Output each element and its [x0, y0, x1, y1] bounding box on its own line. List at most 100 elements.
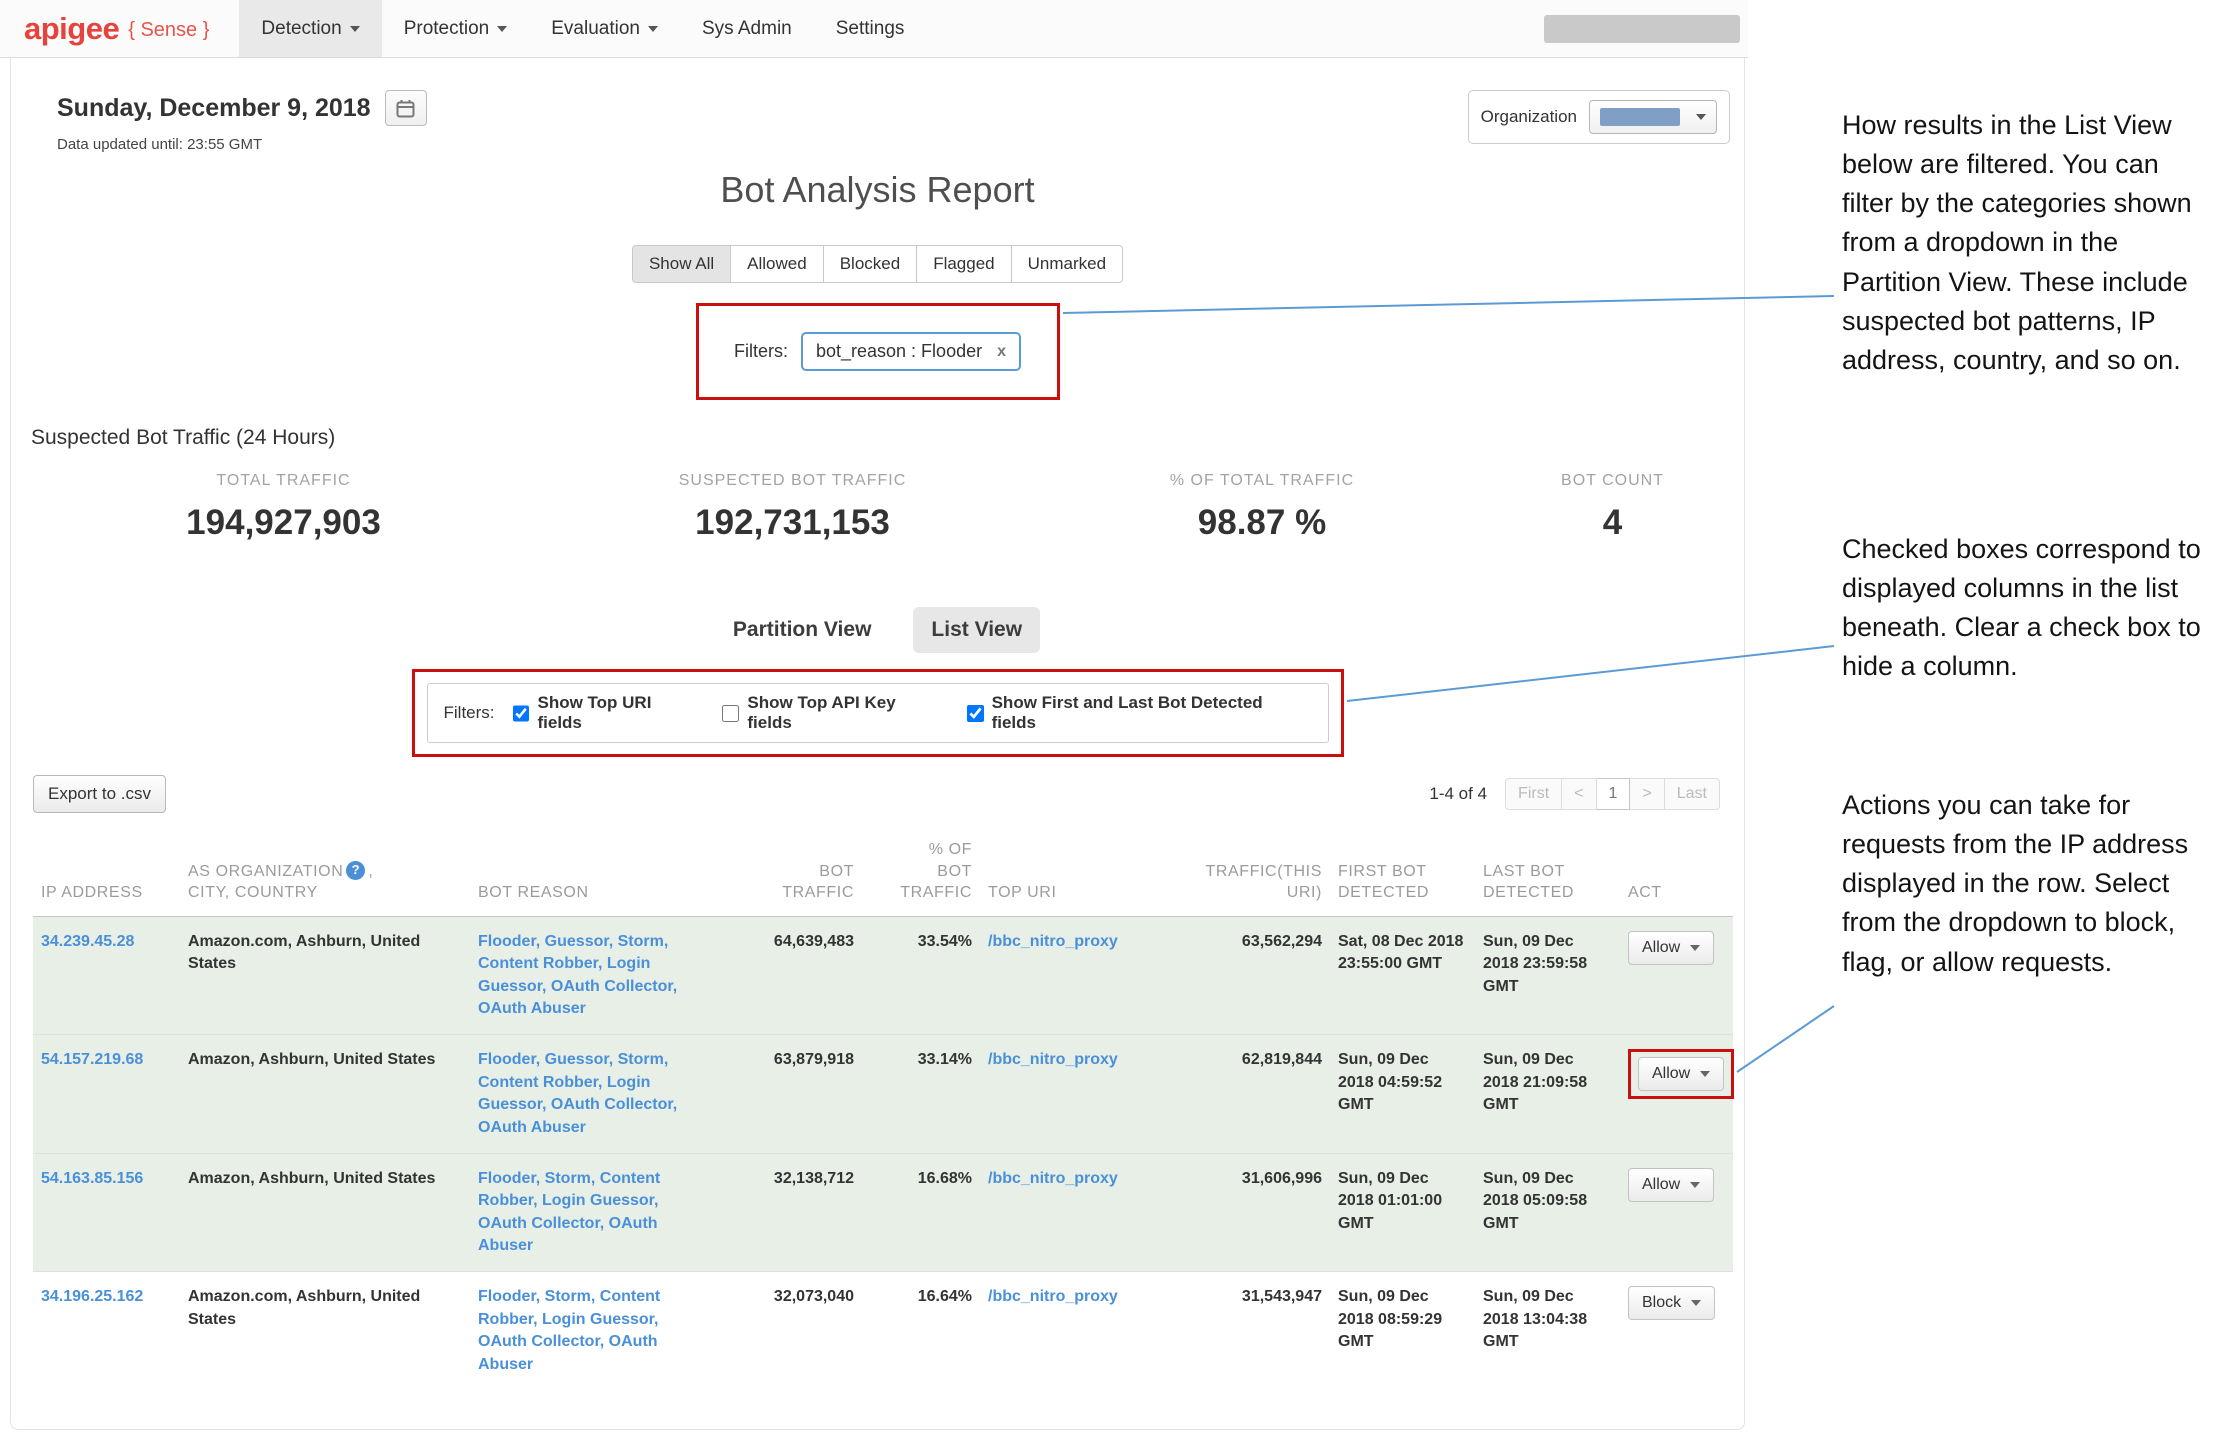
- ip-address-link[interactable]: 34.196.25.162: [41, 1288, 143, 1305]
- table-row: 34.239.45.28Amazon.com, Ashburn, United …: [33, 916, 1733, 1035]
- stats-row: TOTAL TRAFFIC194,927,903SUSPECTED BOT TR…: [11, 472, 1744, 543]
- top-uri-link[interactable]: /bbc_nitro_proxy: [988, 1170, 1118, 1187]
- top-uri-link[interactable]: /bbc_nitro_proxy: [988, 1288, 1118, 1305]
- cell-as-organization: Amazon, Ashburn, United States: [180, 1153, 470, 1272]
- action-dropdown[interactable]: Allow: [1628, 1168, 1714, 1202]
- cell-ip-address: 54.163.85.156: [33, 1153, 180, 1272]
- ip-address-link[interactable]: 34.239.45.28: [41, 933, 134, 950]
- nav-item-label: Settings: [836, 18, 905, 40]
- bot-reason-links[interactable]: Flooder, Guessor, Storm, Content Robber,…: [478, 1051, 677, 1135]
- chevron-down-icon: [1691, 1300, 1701, 1306]
- header-line: DETECTED: [1338, 882, 1467, 904]
- column-filters-bar: Filters: Show Top URI fieldsShow Top API…: [427, 683, 1329, 743]
- tab-flagged[interactable]: Flagged: [917, 245, 1011, 283]
- cell-action: Allow: [1620, 1153, 1733, 1272]
- action-dropdown[interactable]: Allow: [1628, 931, 1714, 965]
- connector-line-3: [1737, 1006, 1834, 1072]
- table-row: 54.157.219.68Amazon, Ashburn, United Sta…: [33, 1035, 1733, 1154]
- checkbox-show-first-and-last-bot-detected-fields[interactable]: [967, 705, 984, 722]
- view-toggle: Partition View List View: [11, 607, 1744, 653]
- cell-bot-traffic: 32,073,040: [700, 1272, 862, 1390]
- nav-item-sys-admin[interactable]: Sys Admin: [680, 0, 814, 57]
- page-prev[interactable]: <: [1562, 778, 1596, 810]
- date-block: Sunday, December 9, 2018 Data updated un…: [57, 90, 427, 153]
- stats-heading: Suspected Bot Traffic (24 Hours): [31, 426, 1744, 450]
- header-line: LAST BOT: [1483, 861, 1612, 883]
- checkbox-show-top-api-key-fields[interactable]: [722, 705, 739, 722]
- navbar-items: DetectionProtectionEvaluation Sys Admin Se…: [239, 0, 926, 57]
- apigee-logo[interactable]: apigee { Sense }: [0, 0, 239, 57]
- export-csv-button[interactable]: Export to .csv: [33, 775, 166, 813]
- nav-item-label: Sys Admin: [702, 18, 792, 40]
- page-1[interactable]: 1: [1597, 778, 1631, 810]
- bot-reason-links[interactable]: Flooder, Storm, Content Robber, Login Gu…: [478, 1288, 660, 1372]
- cell-traffic-this-uri: 63,562,294: [1150, 916, 1330, 1035]
- tab-show-all[interactable]: Show All: [632, 245, 731, 283]
- tab-unmarked[interactable]: Unmarked: [1012, 245, 1123, 283]
- bot-reason-links[interactable]: Flooder, Guessor, Storm, Content Robber,…: [478, 933, 677, 1017]
- header-line: FIRST BOT: [1338, 861, 1467, 883]
- calendar-button[interactable]: [385, 90, 427, 126]
- apigee-logo-text: apigee: [24, 11, 119, 47]
- cell-last-bot-detected: Sun, 09 Dec 2018 21:09:58 GMT: [1475, 1035, 1620, 1154]
- nav-item-evaluation[interactable]: Evaluation: [529, 0, 680, 57]
- cell-bot-traffic: 64,639,483: [700, 916, 862, 1035]
- nav-item-protection[interactable]: Protection: [382, 0, 530, 57]
- action-dropdown[interactable]: Allow: [1638, 1057, 1724, 1091]
- cell-top-uri: /bbc_nitro_proxy: [980, 1272, 1150, 1390]
- action-dropdown-label: Allow: [1652, 1065, 1690, 1083]
- checkbox-label: Show Top URI fields: [537, 693, 700, 733]
- cell-action: Allow: [1620, 916, 1733, 1035]
- page-last[interactable]: Last: [1665, 778, 1720, 810]
- bot-reason-links[interactable]: Flooder, Storm, Content Robber, Login Gu…: [478, 1170, 660, 1254]
- partition-view-tab[interactable]: Partition View: [715, 607, 889, 653]
- bot-table: IP ADDRESS AS ORGANIZATION, CITY, COUNTR…: [33, 833, 1733, 1390]
- cell-first-bot-detected: Sun, 09 Dec 2018 01:01:00 GMT: [1330, 1153, 1475, 1272]
- data-updated-text: Data updated until: 23:55 GMT: [57, 136, 427, 153]
- ip-address-link[interactable]: 54.157.219.68: [41, 1051, 143, 1068]
- user-email-redacted: [1544, 15, 1740, 43]
- col-header-as-organization: AS ORGANIZATION, CITY, COUNTRY: [180, 833, 470, 916]
- stat-total-traffic: TOTAL TRAFFIC194,927,903: [11, 472, 556, 543]
- top-uri-link[interactable]: /bbc_nitro_proxy: [988, 1051, 1118, 1068]
- col-header-ip-address: IP ADDRESS: [33, 833, 180, 916]
- page-first[interactable]: First: [1505, 778, 1562, 810]
- action-dropdown[interactable]: Block: [1628, 1286, 1715, 1320]
- cell-bot-reason: Flooder, Guessor, Storm, Content Robber,…: [470, 916, 700, 1035]
- table-header-row: IP ADDRESS AS ORGANIZATION, CITY, COUNTR…: [33, 833, 1733, 916]
- cell-first-bot-detected: Sun, 09 Dec 2018 08:59:29 GMT: [1330, 1272, 1475, 1390]
- table-toolbar: Export to .csv 1-4 of 4 First<1>Last: [33, 775, 1720, 813]
- main-panel: Sunday, December 9, 2018 Data updated un…: [10, 58, 1745, 1430]
- header-line: DETECTED: [1483, 882, 1612, 904]
- list-view-tab[interactable]: List View: [913, 607, 1040, 653]
- checkbox-label: Show First and Last Bot Detected fields: [992, 693, 1312, 733]
- cell-bot-reason: Flooder, Guessor, Storm, Content Robber,…: [470, 1035, 700, 1154]
- help-icon[interactable]: [346, 861, 365, 880]
- header-line: BOT: [708, 861, 854, 883]
- checkbox-show-top-uri-fields[interactable]: [513, 705, 530, 722]
- ip-address-link[interactable]: 54.163.85.156: [41, 1170, 143, 1187]
- top-navbar: apigee { Sense } DetectionProtectionEval…: [0, 0, 1748, 58]
- chevron-down-icon: [497, 26, 507, 32]
- pagination-summary: 1-4 of 4: [1429, 784, 1487, 804]
- nav-item-settings[interactable]: Settings: [814, 0, 927, 57]
- filter-remove-icon[interactable]: x: [997, 343, 1006, 361]
- column-filter-show-first-and-last-bot-detected-fields[interactable]: Show First and Last Bot Detected fields: [967, 693, 1312, 733]
- header-line: TRAFFIC: [870, 882, 972, 904]
- nav-item-detection[interactable]: Detection: [239, 0, 381, 57]
- header-line: BOT REASON: [478, 882, 692, 904]
- page-next[interactable]: >: [1630, 778, 1664, 810]
- filters-label: Filters:: [734, 341, 788, 362]
- col-header-top-uri: TOP URI: [980, 833, 1150, 916]
- cell-pct-bot-traffic: 16.64%: [862, 1272, 980, 1390]
- filter-tag[interactable]: bot_reason : Flooder x: [801, 332, 1021, 371]
- cell-bot-traffic: 63,879,918: [700, 1035, 862, 1154]
- tab-blocked[interactable]: Blocked: [824, 245, 917, 283]
- column-filter-show-top-uri-fields[interactable]: Show Top URI fields: [513, 693, 701, 733]
- top-uri-link[interactable]: /bbc_nitro_proxy: [988, 933, 1118, 950]
- stat-label: % OF TOTAL TRAFFIC: [1029, 472, 1495, 490]
- organization-select[interactable]: [1589, 100, 1717, 134]
- tab-allowed[interactable]: Allowed: [731, 245, 824, 283]
- cell-action: Block: [1620, 1272, 1733, 1390]
- column-filter-show-top-api-key-fields[interactable]: Show Top API Key fields: [722, 693, 944, 733]
